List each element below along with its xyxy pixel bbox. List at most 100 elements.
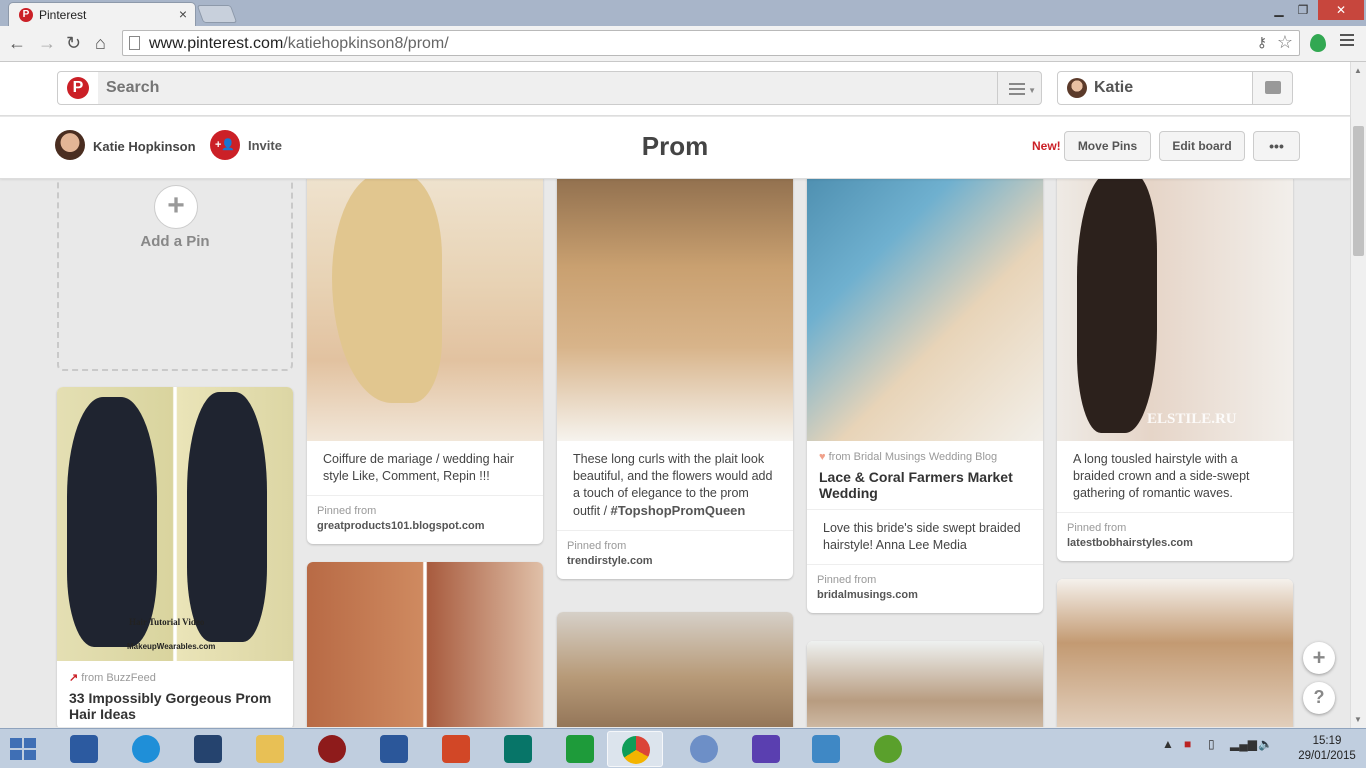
pin-card[interactable]: ♥ from Bridal Musings Wedding Blog Lace … <box>807 179 1043 613</box>
restore-icon[interactable]: ❐ <box>1294 0 1312 20</box>
taskbar-file-explorer[interactable] <box>242 731 298 767</box>
notifications-button[interactable] <box>1252 71 1293 105</box>
pin-card[interactable] <box>1057 579 1293 727</box>
extension-icon[interactable] <box>1310 34 1326 52</box>
address-bar[interactable]: www.pinterest.com/katiehopkinson8/prom/ … <box>122 30 1300 56</box>
pin-card[interactable]: Coiffure de mariage / wedding hair style… <box>307 179 543 544</box>
taskbar-publisher[interactable] <box>490 731 546 767</box>
taskbar-utorrent[interactable] <box>860 731 916 767</box>
taskbar-chrome[interactable] <box>607 731 663 767</box>
scroll-up-icon[interactable]: ▲ <box>1354 66 1362 75</box>
pin-card[interactable]: ELSTILE.RU A long tousled hairstyle with… <box>1057 179 1293 561</box>
pin-card[interactable]: These long curls with the plait look bea… <box>557 179 793 579</box>
pin-title[interactable]: 33 Impossibly Gorgeous Prom Hair Ideas <box>57 684 293 727</box>
pin-image[interactable]: ELSTILE.RU <box>1057 179 1293 441</box>
pin-image[interactable] <box>1057 579 1293 727</box>
pinned-from[interactable]: Pinned from greatproducts101.blogspot.com <box>307 496 543 544</box>
pin-image[interactable] <box>557 179 793 441</box>
taskbar-remote-desktop[interactable] <box>56 731 112 767</box>
plus-icon: + <box>154 185 198 229</box>
pin-card[interactable] <box>307 562 543 727</box>
minimize-icon[interactable]: ▁ <box>1270 0 1288 20</box>
windows-logo-icon <box>24 738 36 748</box>
powerpoint-icon <box>442 735 470 763</box>
home-icon[interactable]: ⌂ <box>95 33 106 54</box>
start-button[interactable] <box>10 738 38 760</box>
clock-time: 15:19 <box>1312 735 1342 747</box>
new-tab-button[interactable] <box>196 5 238 23</box>
pin-card[interactable] <box>557 612 793 727</box>
device-icon[interactable]: ▯ <box>1208 737 1215 751</box>
pinned-from[interactable]: Pinned from trendirstyle.com <box>557 531 793 579</box>
taskbar-powerpoint[interactable] <box>428 731 484 767</box>
security-icon[interactable]: ■ <box>1184 737 1191 751</box>
pinned-from[interactable]: Pinned from bridalmusings.com <box>807 565 1043 613</box>
user-profile-button[interactable]: Katie <box>1057 71 1253 105</box>
pin-image[interactable] <box>807 179 1043 441</box>
pinterest-favicon-icon: P <box>19 8 33 22</box>
pin-source-link[interactable]: trendirstyle.com <box>567 555 653 567</box>
internet-explorer-icon <box>132 735 160 763</box>
pin-image[interactable] <box>557 612 793 727</box>
system-clock[interactable]: 15:19 29/01/2015 <box>1298 734 1356 764</box>
url-text: www.pinterest.com/katiehopkinson8/prom/ <box>149 35 449 53</box>
pinned-from-label: Pinned from <box>817 574 877 586</box>
taskbar-word[interactable] <box>366 731 422 767</box>
url-domain: www.pinterest.com <box>149 35 284 52</box>
scrollbar-thumb[interactable] <box>1353 126 1364 256</box>
url-path: /katiehopkinson8/prom/ <box>283 35 449 52</box>
close-window-icon[interactable]: ✕ <box>1318 0 1364 20</box>
add-pin-label: Add a Pin <box>140 233 210 250</box>
network-icon[interactable]: ▂▄▆ <box>1230 737 1257 751</box>
pin-card[interactable] <box>807 641 1043 727</box>
pin-source-link[interactable]: greatproducts101.blogspot.com <box>317 520 484 532</box>
chrome-menu-icon[interactable] <box>1340 34 1354 49</box>
taskbar-settings[interactable] <box>738 731 794 767</box>
search-input[interactable] <box>98 72 978 104</box>
help-button[interactable]: ? <box>1303 682 1335 714</box>
more-options-button[interactable]: ••• <box>1253 131 1300 161</box>
pin-image[interactable] <box>807 641 1043 727</box>
taskbar-store[interactable] <box>552 731 608 767</box>
pinterest-logo-button[interactable]: P <box>57 71 99 105</box>
taskbar-media-player[interactable] <box>304 731 360 767</box>
taskbar-app[interactable] <box>798 731 854 767</box>
image-watermark: ELSTILE.RU <box>1147 411 1237 427</box>
edit-board-button[interactable]: Edit board <box>1159 131 1245 161</box>
pin-title[interactable]: Lace & Coral Farmers Market Wedding <box>807 463 1043 510</box>
hashtag-link[interactable]: #TopshopPromQueen <box>611 503 746 518</box>
scroll-down-icon[interactable]: ▼ <box>1354 715 1362 724</box>
pin-card[interactable]: Hair Tutorial Video MakeupWearables.com … <box>57 387 293 727</box>
taskbar-internet-explorer[interactable] <box>118 731 174 767</box>
browser-tab-bar: P Pinterest × ▁ ❐ ✕ <box>0 0 1366 26</box>
show-hidden-icons[interactable]: ▲ <box>1162 737 1174 751</box>
taskbar-app[interactable] <box>180 731 236 767</box>
page-scrollbar[interactable]: ▲ ▼ <box>1350 62 1366 728</box>
move-pins-button[interactable]: Move Pins <box>1064 131 1151 161</box>
taskbar-app[interactable] <box>676 731 732 767</box>
bookmark-star-icon[interactable]: ☆ <box>1277 32 1293 53</box>
pinned-from[interactable]: Pinned from latestbobhairstyles.com <box>1057 513 1293 561</box>
reload-icon[interactable]: ↻ <box>66 33 81 54</box>
volume-icon[interactable]: 🔈 <box>1258 737 1273 751</box>
hair-shape <box>332 179 442 403</box>
trend-icon: ↗ <box>69 672 79 684</box>
pin-source-attribution[interactable]: ♥ from Bridal Musings Wedding Blog <box>807 441 1043 463</box>
hair-shape <box>1077 179 1157 433</box>
pin-image[interactable]: Hair Tutorial Video MakeupWearables.com <box>57 387 293 661</box>
browser-tab[interactable]: P Pinterest × <box>8 2 196 26</box>
windows-logo-icon <box>10 750 22 760</box>
forward-icon[interactable]: → <box>38 33 56 54</box>
pin-image[interactable] <box>307 179 543 441</box>
pin-source-link[interactable]: bridalmusings.com <box>817 589 918 601</box>
pin-source-link[interactable]: latestbobhairstyles.com <box>1067 537 1193 549</box>
category-menu-button[interactable]: ▼ <box>997 71 1042 105</box>
key-icon[interactable]: ⚷ <box>1257 34 1267 51</box>
remote-desktop-icon <box>70 735 98 763</box>
pin-image[interactable] <box>307 562 543 727</box>
add-pin-float-button[interactable]: + <box>1303 642 1335 674</box>
add-pin-button[interactable]: + Add a Pin <box>57 179 293 371</box>
tab-close-icon[interactable]: × <box>179 6 187 22</box>
pin-source-attribution[interactable]: ↗ from BuzzFeed <box>57 661 293 684</box>
back-icon[interactable]: ← <box>8 33 26 54</box>
